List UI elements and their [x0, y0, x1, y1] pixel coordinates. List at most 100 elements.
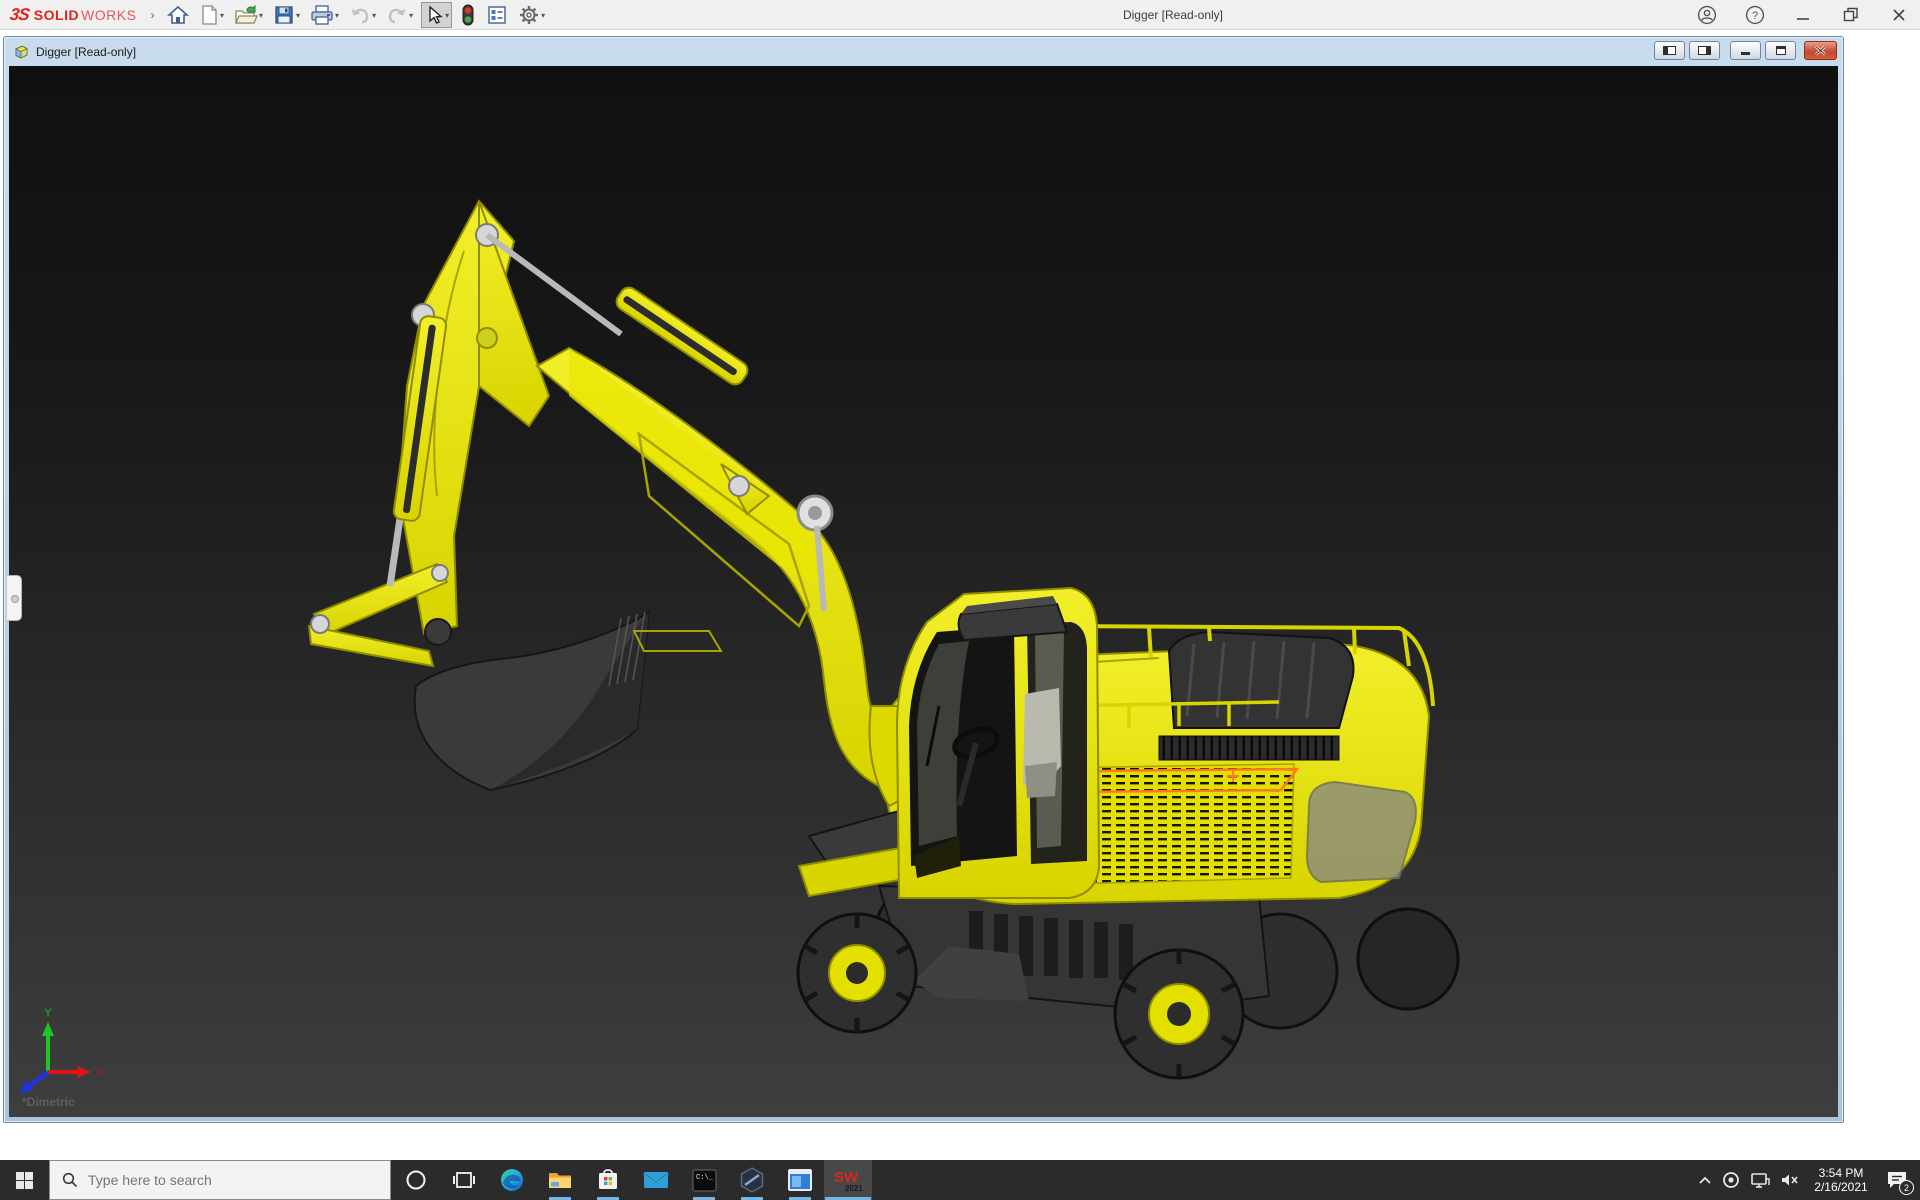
help-button[interactable]: ?	[1742, 2, 1768, 28]
file-explorer-icon	[547, 1167, 573, 1193]
help-icon: ?	[1745, 5, 1765, 25]
svg-text:C:\_: C:\_	[696, 1174, 714, 1182]
network-icon[interactable]	[1750, 1171, 1770, 1189]
body-deck[interactable]	[799, 626, 1433, 904]
volume-muted-icon[interactable]	[1780, 1172, 1800, 1188]
taskbar-item-cortana[interactable]	[392, 1160, 440, 1200]
settings-button[interactable]: ▾	[516, 2, 547, 28]
home-button[interactable]	[165, 2, 191, 28]
app-window-controls: ?	[1694, 0, 1912, 30]
solidworks-app-icon: SW 2021	[833, 1166, 863, 1194]
open-caret-icon[interactable]: ▾	[259, 11, 263, 20]
part-document-icon	[12, 44, 30, 60]
taskbar-item-blue-window-app[interactable]	[776, 1160, 824, 1200]
hidden-icons-chevron-icon[interactable]	[1698, 1175, 1712, 1185]
close-button[interactable]	[1886, 2, 1912, 28]
taskbar-item-store[interactable]	[584, 1160, 632, 1200]
notification-badge: 2	[1899, 1180, 1914, 1195]
restore-icon	[1843, 7, 1859, 23]
doc-maximize-button[interactable]	[1765, 41, 1796, 60]
edge-icon	[499, 1167, 525, 1193]
save-caret-icon[interactable]: ▾	[296, 11, 300, 20]
pane-right-button[interactable]	[1689, 41, 1720, 60]
taskbar-item-edge[interactable]	[488, 1160, 536, 1200]
restore-button[interactable]	[1838, 2, 1864, 28]
new-document-icon	[199, 4, 219, 26]
tray-date: 2/16/2021	[1810, 1180, 1872, 1194]
undo-button[interactable]: ▾	[347, 2, 378, 28]
print-icon	[310, 4, 334, 26]
taskbar: C:\_ SW 2021	[0, 1160, 1920, 1200]
redo-caret-icon: ▾	[409, 11, 413, 20]
new-document-caret-icon[interactable]: ▾	[220, 11, 224, 20]
user-account-icon	[1697, 5, 1717, 25]
search-icon	[62, 1172, 78, 1188]
doc-close-button[interactable]	[1804, 41, 1837, 60]
rebuild-traffic-light-icon	[460, 3, 476, 27]
document-window: Digger [Read-only]	[3, 36, 1844, 1123]
tray-ring-icon[interactable]	[1722, 1171, 1740, 1189]
tray-clock[interactable]: 3:54 PM 2/16/2021	[1810, 1166, 1872, 1194]
rebuild-button[interactable]	[458, 2, 478, 28]
document-window-controls	[1654, 41, 1837, 60]
minimize-button[interactable]	[1790, 2, 1816, 28]
brand-text-light: WORKS	[81, 7, 136, 23]
redo-button[interactable]: ▾	[384, 2, 415, 28]
taskbar-item-solidworks[interactable]: SW 2021	[824, 1160, 872, 1200]
search-input[interactable]	[88, 1172, 368, 1188]
cab[interactable]	[897, 588, 1099, 898]
solidworks-logo-icon: 3S	[9, 5, 31, 25]
doc-close-icon	[1814, 45, 1827, 56]
taskbar-item-hexagon-app[interactable]	[728, 1160, 776, 1200]
blue-window-app-icon	[787, 1168, 813, 1192]
main-toolbar: ▾ ▾ ▾ ▾	[165, 0, 547, 30]
select-button[interactable]: ▾	[421, 2, 452, 28]
mail-icon	[643, 1169, 669, 1191]
task-pane-button[interactable]	[484, 2, 510, 28]
tray-time: 3:54 PM	[1810, 1166, 1872, 1180]
document-titlebar[interactable]: Digger [Read-only]	[4, 37, 1843, 66]
minimize-icon	[1796, 8, 1810, 22]
start-button[interactable]	[0, 1160, 48, 1200]
select-caret-icon[interactable]: ▾	[445, 11, 449, 20]
user-account-button[interactable]	[1694, 2, 1720, 28]
app-titlebar: 3S SOLID WORKS › ▾ ▾	[0, 0, 1920, 30]
brand-text-bold: SOLID	[34, 7, 79, 23]
front-wheel[interactable]	[798, 914, 916, 1032]
undo-caret-icon: ▾	[372, 11, 376, 20]
task-pane-list-icon	[486, 4, 508, 26]
system-tray: 3:54 PM 2/16/2021 2	[1698, 1160, 1920, 1200]
graphics-viewport[interactable]: Y X *Dimetric	[9, 66, 1838, 1117]
feature-panel-handle[interactable]	[7, 575, 22, 621]
menu-expand-chevron-icon[interactable]: ›	[150, 8, 154, 22]
new-document-button[interactable]: ▾	[197, 2, 226, 28]
app-title: Digger [Read-only]	[1123, 8, 1223, 22]
pane-left-icon	[1663, 46, 1676, 55]
windows-logo-icon	[16, 1172, 33, 1189]
print-button[interactable]: ▾	[308, 2, 341, 28]
taskbar-search[interactable]	[49, 1160, 391, 1200]
task-view-icon	[453, 1169, 475, 1191]
notification-center-button[interactable]: 2	[1882, 1165, 1912, 1195]
svg-text:X: X	[97, 1067, 105, 1079]
taskbar-item-task-view[interactable]	[440, 1160, 488, 1200]
doc-minimize-icon	[1741, 52, 1750, 55]
excavator-model[interactable]: Y X	[9, 66, 1838, 1117]
rear-wheel[interactable]	[1115, 950, 1243, 1078]
hexagon-app-icon	[739, 1167, 765, 1193]
taskbar-item-command-prompt[interactable]: C:\_	[680, 1160, 728, 1200]
pane-left-button[interactable]	[1654, 41, 1685, 60]
settings-caret-icon[interactable]: ▾	[541, 11, 545, 20]
doc-maximize-icon	[1776, 46, 1786, 55]
document-title: Digger [Read-only]	[36, 45, 136, 59]
doc-minimize-button[interactable]	[1730, 41, 1761, 60]
print-caret-icon[interactable]: ▾	[335, 11, 339, 20]
taskbar-item-file-explorer[interactable]	[536, 1160, 584, 1200]
taskbar-item-mail[interactable]	[632, 1160, 680, 1200]
view-orientation-label: *Dimetric	[22, 1095, 75, 1109]
settings-gear-icon	[518, 4, 540, 26]
open-button[interactable]: ▾	[232, 2, 265, 28]
save-button[interactable]: ▾	[271, 2, 302, 28]
select-cursor-icon	[424, 4, 444, 26]
redo-icon	[386, 4, 408, 26]
